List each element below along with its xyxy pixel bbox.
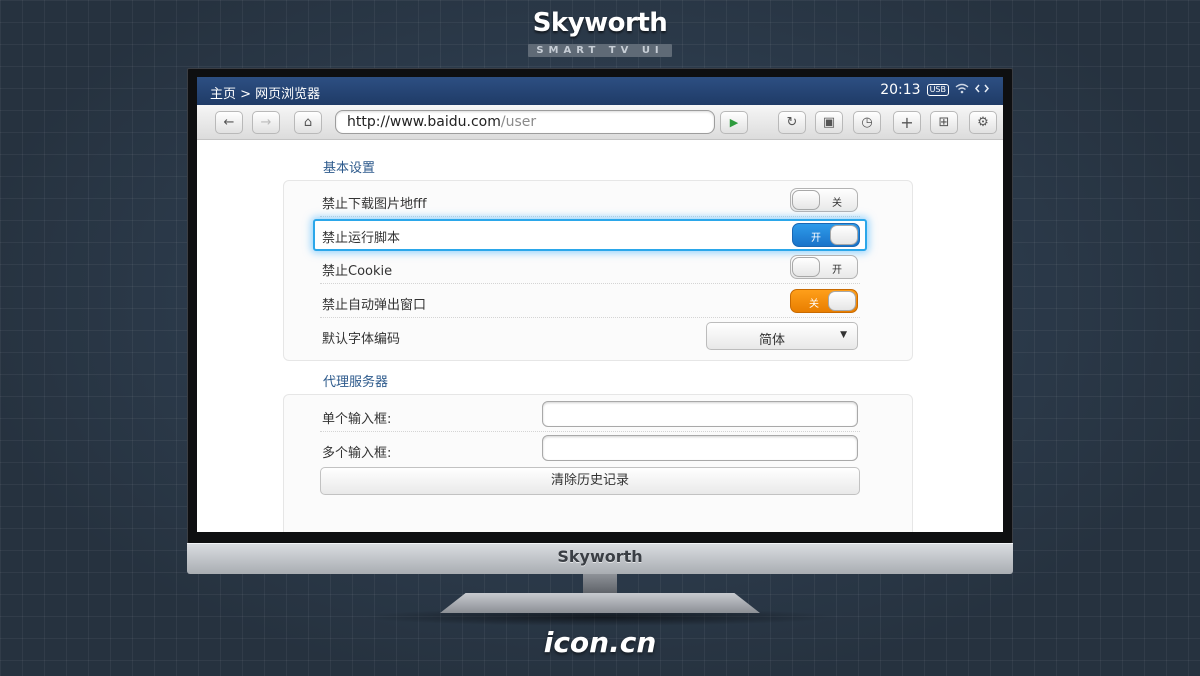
toggle-block-popups[interactable]: 关	[790, 289, 858, 313]
toggle-label: 关	[809, 299, 819, 310]
setting-label: 禁止下载图片地fff	[322, 197, 427, 212]
setting-row-block-popups: 禁止自动弹出窗口 关	[320, 285, 860, 318]
tv-stand	[440, 593, 760, 613]
clock: 20:13	[880, 82, 921, 98]
add-bookmark-button[interactable]: +	[893, 111, 921, 134]
toggle-block-scripts[interactable]: 开	[792, 223, 860, 247]
forward-button[interactable]: →	[252, 111, 280, 134]
section-heading-basic: 基本设置	[323, 161, 376, 176]
footer-logo: icon.cn	[543, 626, 657, 659]
setting-label: 禁止运行脚本	[322, 231, 401, 246]
proxy-multi-input[interactable]	[542, 435, 858, 461]
go-button[interactable]: ▶	[720, 111, 748, 134]
history-button[interactable]: ◷	[853, 111, 881, 134]
bezel-logo: Skyworth	[557, 547, 643, 566]
status-indicators: 20:13 USB	[880, 82, 989, 98]
refresh-icon: ↻	[786, 115, 798, 130]
setting-label: 禁止Cookie	[322, 264, 393, 279]
encoding-select[interactable]: 简体 ▼	[706, 322, 858, 350]
wifi-icon	[955, 83, 969, 97]
toggle-label: 开	[832, 265, 842, 276]
back-button[interactable]: ←	[215, 111, 243, 134]
setting-label: 禁止自动弹出窗口	[322, 298, 427, 313]
bookmarks-button[interactable]: ⊞	[930, 111, 958, 134]
brand-subtitle: SMART TV UI	[528, 44, 672, 57]
proxy-row-multi: 多个输入框:	[320, 433, 860, 466]
clear-history-button[interactable]: 清除历史记录	[320, 467, 860, 495]
gear-icon: ⚙	[977, 115, 989, 130]
settings-content: 基本设置 禁止下载图片地fff 关 禁止运行脚本 开 禁止Cookie 开 禁止…	[197, 141, 1003, 532]
section-heading-proxy: 代理服务器	[323, 375, 389, 390]
home-button[interactable]: ⌂	[294, 111, 322, 134]
brand-logo: Skyworth	[532, 8, 668, 38]
toggle-block-images[interactable]: 关	[790, 188, 858, 212]
tabs-icon: ▣	[822, 115, 836, 130]
encoding-value: 简体	[759, 333, 786, 348]
setting-row-encoding: 默认字体编码 简体 ▼	[320, 319, 860, 352]
go-arrow-icon: ▶	[729, 116, 739, 129]
toggle-knob	[830, 225, 858, 245]
status-bar: 主页 > 网页浏览器 20:13 USB	[197, 77, 1003, 105]
proxy-row-single: 单个输入框:	[320, 399, 860, 432]
usb-icon: USB	[926, 84, 949, 96]
proxy-single-label: 单个输入框:	[322, 412, 392, 427]
tabs-button[interactable]: ▣	[815, 111, 843, 134]
chevron-down-icon: ▼	[840, 330, 847, 340]
brand-header: Skyworth SMART TV UI	[0, 8, 1200, 57]
settings-button[interactable]: ⚙	[969, 111, 997, 134]
toggle-knob	[792, 190, 820, 210]
toggle-knob	[792, 257, 820, 277]
plus-icon: +	[900, 113, 914, 132]
toggle-block-cookie[interactable]: 开	[790, 255, 858, 279]
url-host: http://www.baidu.com	[347, 114, 501, 130]
history-icon: ◷	[861, 115, 873, 130]
toggle-label: 关	[832, 198, 842, 209]
forward-arrow-icon: →	[260, 115, 272, 130]
setting-row-block-images: 禁止下载图片地fff 关	[320, 184, 860, 217]
tv-bezel: Skyworth	[187, 543, 1013, 574]
toggle-label: 开	[811, 233, 821, 244]
setting-label: 默认字体编码	[322, 332, 401, 347]
tv-neck	[583, 574, 617, 594]
browser-screen: 主页 > 网页浏览器 20:13 USB ← → ⌂ http://www.ba…	[197, 77, 1003, 532]
toggle-knob	[828, 291, 856, 311]
proxy-multi-label: 多个输入框:	[322, 446, 392, 461]
address-bar[interactable]: http://www.baidu.com/user	[335, 110, 715, 134]
back-arrow-icon: ←	[223, 115, 235, 130]
url-path: /user	[500, 114, 537, 130]
home-icon: ⌂	[303, 115, 313, 130]
book-icon: ⊞	[938, 115, 950, 130]
refresh-button[interactable]: ↻	[778, 111, 806, 134]
network-transfer-icon	[975, 83, 989, 97]
setting-row-block-scripts[interactable]: 禁止运行脚本 开	[313, 219, 867, 251]
breadcrumb[interactable]: 主页 > 网页浏览器	[210, 83, 320, 102]
browser-toolbar: ← → ⌂ http://www.baidu.com/user ▶ ↻ ▣ ◷ …	[197, 105, 1003, 140]
proxy-single-input[interactable]	[542, 401, 858, 427]
setting-row-block-cookie: 禁止Cookie 开	[320, 251, 860, 284]
